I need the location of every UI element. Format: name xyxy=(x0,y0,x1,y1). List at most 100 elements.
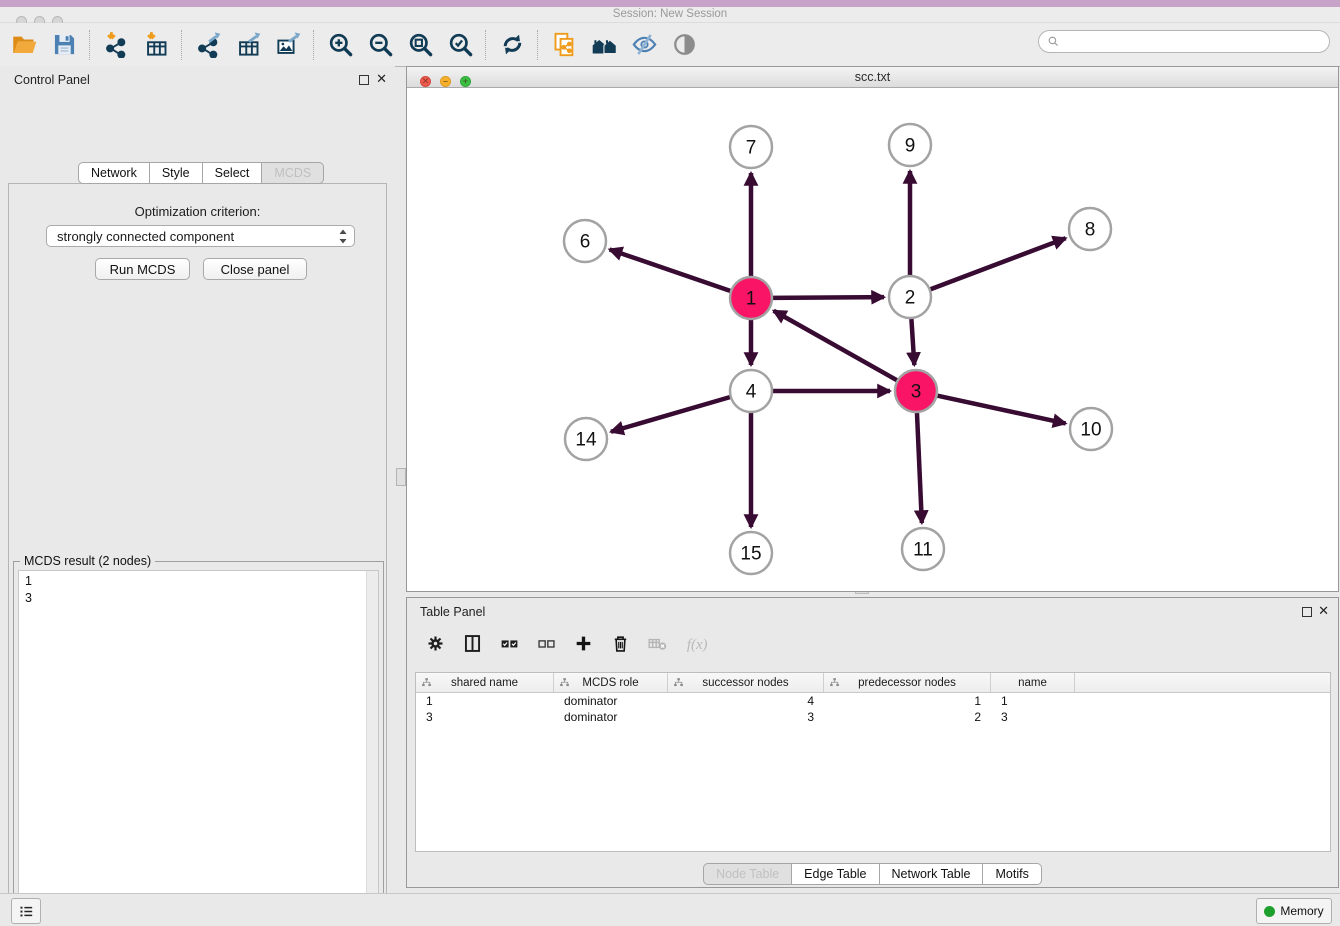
trash-icon xyxy=(610,633,631,654)
graph-node-6[interactable]: 6 xyxy=(564,220,606,262)
duplicate-network-icon xyxy=(551,31,578,58)
graph-edge-2-3[interactable] xyxy=(911,319,914,365)
column-header-label: name xyxy=(1018,677,1047,689)
memory-button[interactable]: Memory xyxy=(1256,898,1332,924)
import-network-button[interactable] xyxy=(96,27,136,63)
graph-node-label: 2 xyxy=(905,288,916,309)
toolbar-separator xyxy=(313,30,315,60)
graph-edge-3-1[interactable] xyxy=(774,311,897,380)
open-session-button[interactable] xyxy=(4,27,44,63)
table-panel-float-icon[interactable] xyxy=(1302,607,1312,617)
table-cell: 1 xyxy=(991,693,1075,709)
sitemap-icon xyxy=(559,677,570,688)
table-cell: dominator xyxy=(554,709,668,725)
zoom-in-button[interactable] xyxy=(320,27,360,63)
graph-edge-3-11[interactable] xyxy=(917,413,922,523)
svg-text:f(x): f(x) xyxy=(687,637,708,653)
table-tab-node-table[interactable]: Node Table xyxy=(703,863,792,885)
table-row[interactable]: 3dominator323 xyxy=(416,709,1330,725)
search-input[interactable] xyxy=(1065,34,1321,50)
close-panel-button[interactable]: Close panel xyxy=(203,258,307,280)
graph-edge-1-6[interactable] xyxy=(610,249,731,290)
tab-style[interactable]: Style xyxy=(150,162,203,184)
graph-node-2[interactable]: 2 xyxy=(889,276,931,318)
deselect-all-button[interactable] xyxy=(536,633,557,659)
vertical-splitter-grip[interactable] xyxy=(396,468,406,486)
main-titlebar: Session: New Session xyxy=(0,7,1340,23)
table-panel-close-icon[interactable]: ✕ xyxy=(1318,606,1329,616)
graph-node-label: 15 xyxy=(740,544,761,565)
graph-node-8[interactable]: 8 xyxy=(1069,208,1111,250)
tab-network[interactable]: Network xyxy=(78,162,150,184)
graph-node-9[interactable]: 9 xyxy=(889,124,931,166)
graph-node-14[interactable]: 14 xyxy=(565,418,607,460)
refresh-view-button[interactable] xyxy=(492,27,532,63)
mcds-result-title: MCDS result (2 nodes) xyxy=(20,554,155,568)
show-column-selector-button[interactable] xyxy=(462,633,483,659)
search-field[interactable] xyxy=(1038,30,1330,53)
mcds-result-list[interactable]: 1 3 xyxy=(18,570,379,926)
home-button[interactable] xyxy=(584,27,624,63)
graph-node-10[interactable]: 10 xyxy=(1070,408,1112,450)
columns-icon xyxy=(462,633,483,654)
graph-node-7[interactable]: 7 xyxy=(730,126,772,168)
run-mcds-button[interactable]: Run MCDS xyxy=(95,258,190,280)
network-window-titlebar: ✕ – + scc.txt xyxy=(407,67,1338,88)
zoom-out-button[interactable] xyxy=(360,27,400,63)
import-table-button[interactable] xyxy=(136,27,176,63)
criterion-dropdown[interactable]: strongly connected component xyxy=(46,225,355,247)
export-network-button[interactable] xyxy=(188,27,228,63)
duplicate-network-button[interactable] xyxy=(544,27,584,63)
sitemap-icon xyxy=(673,677,684,688)
control-panel-float-icon[interactable] xyxy=(359,75,369,85)
zoom-selected-button[interactable] xyxy=(440,27,480,63)
graph-edge-4-14[interactable] xyxy=(611,397,730,432)
delete-column-button[interactable] xyxy=(610,633,631,659)
export-table-button[interactable] xyxy=(228,27,268,63)
table-panel-title: Table Panel xyxy=(420,605,485,619)
zoom-fit-button[interactable] xyxy=(400,27,440,63)
column-header-successor-nodes[interactable]: successor nodes xyxy=(668,673,824,692)
table-header-row: shared nameMCDS rolesuccessor nodesprede… xyxy=(416,673,1330,693)
add-column-button[interactable] xyxy=(573,633,594,659)
select-all-icon xyxy=(499,633,520,654)
hide-panels-button[interactable] xyxy=(624,27,664,63)
graph-node-15[interactable]: 15 xyxy=(730,532,772,574)
export-table-icon xyxy=(235,31,262,58)
column-header-predecessor-nodes[interactable]: predecessor nodes xyxy=(824,673,991,692)
result-scrollbar[interactable] xyxy=(366,571,378,926)
graph-node-11[interactable]: 11 xyxy=(902,528,944,570)
graph-node-label: 7 xyxy=(746,138,757,159)
network-canvas[interactable]: 1 2 3 4 6 7 8 9 10 11 14 15 xyxy=(407,88,1338,591)
table-cell: dominator xyxy=(554,693,668,709)
save-session-button[interactable] xyxy=(44,27,84,63)
graph-node-4[interactable]: 4 xyxy=(730,370,772,412)
select-all-button[interactable] xyxy=(499,633,520,659)
table-tab-network-table[interactable]: Network Table xyxy=(880,863,984,885)
export-image-button[interactable] xyxy=(268,27,308,63)
graph-node-label: 6 xyxy=(580,232,591,253)
control-panel-close-icon[interactable]: ✕ xyxy=(376,74,387,84)
tab-select[interactable]: Select xyxy=(203,162,263,184)
table-row[interactable]: 1dominator411 xyxy=(416,693,1330,709)
column-header-name[interactable]: name xyxy=(991,673,1075,692)
table-settings-button[interactable] xyxy=(425,633,446,659)
deselect-all-icon xyxy=(536,633,557,654)
graph-node-label: 11 xyxy=(913,540,933,561)
tab-mcds[interactable]: MCDS xyxy=(262,162,324,184)
graph-node-1[interactable]: 1 xyxy=(730,277,772,319)
table-tab-motifs[interactable]: Motifs xyxy=(983,863,1041,885)
graph-node-label: 3 xyxy=(911,382,922,403)
table-tab-edge-table[interactable]: Edge Table xyxy=(792,863,879,885)
graph-edge-3-10[interactable] xyxy=(937,396,1065,424)
criterion-dropdown-value: strongly connected component xyxy=(57,229,234,244)
column-header-mcds-role[interactable]: MCDS role xyxy=(554,673,668,692)
show-view-button[interactable] xyxy=(664,27,704,63)
graph-edge-1-2[interactable] xyxy=(773,297,884,298)
control-panel-tabs: NetworkStyleSelectMCDS xyxy=(78,162,324,184)
graph-edge-2-8[interactable] xyxy=(931,238,1066,289)
import-table-icon xyxy=(143,31,170,58)
graph-node-3[interactable]: 3 xyxy=(895,370,937,412)
task-history-button[interactable] xyxy=(11,898,41,924)
column-header-shared-name[interactable]: shared name xyxy=(416,673,554,692)
